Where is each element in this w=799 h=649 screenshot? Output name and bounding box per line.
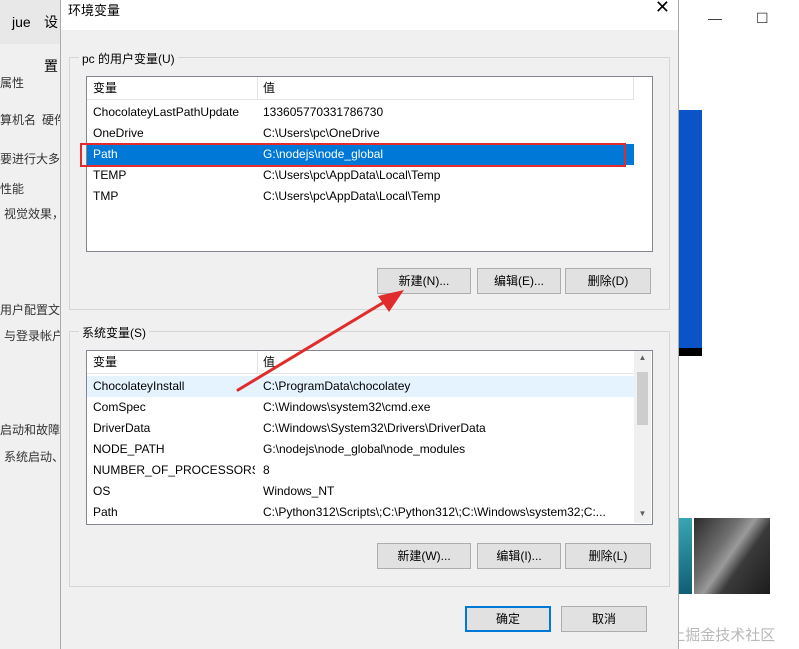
system-variables-label: 系统变量(S) <box>79 324 149 341</box>
system-variables-list[interactable]: 变量 值 ChocolateyInstall C:\ProgramData\ch… <box>86 350 653 525</box>
annotation-highlight-box <box>80 143 626 167</box>
variable-name: TEMP <box>93 168 127 182</box>
variable-value: C:\Users\pc\AppData\Local\Temp <box>263 168 441 182</box>
variable-name: ChocolateyInstall <box>93 379 185 393</box>
variable-name: NUMBER_OF_PROCESSORS <box>93 463 255 477</box>
minimize-icon[interactable]: — <box>708 10 722 26</box>
background-blue-panel <box>678 110 702 356</box>
system-edit-button[interactable]: 编辑(I)... <box>477 543 561 569</box>
variable-value: C:\Users\pc\AppData\Local\Temp <box>263 189 441 203</box>
table-row[interactable]: OneDrive C:\Users\pc\OneDrive <box>87 123 634 144</box>
vertical-scrollbar[interactable]: ▲ ▼ <box>634 351 651 523</box>
background-text: 系统启动、 <box>4 450 65 464</box>
variable-value: C:\Windows\System32\Drivers\DriverData <box>263 421 486 435</box>
column-header-value[interactable]: 值 <box>257 77 275 99</box>
table-row[interactable]: NUMBER_OF_PROCESSORS 8 <box>87 460 634 481</box>
column-header-variable[interactable]: 变量 <box>87 351 117 373</box>
background-text: 用户配置文 <box>0 303 61 317</box>
list-header: 变量 值 <box>87 77 634 100</box>
table-row[interactable]: NODE_PATH G:\nodejs\node_global\node_mod… <box>87 439 634 460</box>
user-delete-button[interactable]: 删除(D) <box>565 268 651 294</box>
environment-variables-dialog: 环境变量 ✕ pc 的用户变量(U) 变量 值 ChocolateyLastPa… <box>60 0 679 649</box>
variable-name: NODE_PATH <box>93 442 165 456</box>
variable-value: C:\ProgramData\chocolatey <box>263 379 411 393</box>
background-thumbnail <box>678 518 692 594</box>
variable-name: ChocolateyLastPathUpdate <box>93 105 240 119</box>
variable-value: 8 <box>263 463 270 477</box>
column-header-variable[interactable]: 变量 <box>87 77 117 99</box>
user-edit-button[interactable]: 编辑(E)... <box>477 268 561 294</box>
column-header-value[interactable]: 值 <box>257 351 275 373</box>
background-window-left: jue 设置 属性 算机名 硬件 要进行大多数 性能 视觉效果， 用户配置文 与… <box>0 0 72 649</box>
list-header: 变量 值 <box>87 351 634 374</box>
dialog-title: 环境变量 <box>68 3 121 18</box>
variable-value: G:\nodejs\node_global\node_modules <box>263 442 466 456</box>
table-row[interactable]: TEMP C:\Users\pc\AppData\Local\Temp <box>87 165 634 186</box>
system-new-button[interactable]: 新建(W)... <box>377 543 471 569</box>
user-new-button[interactable]: 新建(N)... <box>377 268 471 294</box>
variable-value: Windows_NT <box>263 484 335 498</box>
variable-name: ComSpec <box>93 400 146 414</box>
table-row[interactable]: ComSpec C:\Windows\system32\cmd.exe <box>87 397 634 418</box>
background-text: 性能 <box>0 182 25 196</box>
background-text: 与登录帐户 <box>4 329 65 343</box>
background-text: 算机名 <box>0 113 37 127</box>
column-separator[interactable] <box>633 77 634 99</box>
table-row[interactable]: OS Windows_NT <box>87 481 634 502</box>
variable-value: C:\Python312\Scripts\;C:\Python312\;C:\W… <box>263 505 606 519</box>
scroll-down-icon[interactable]: ▼ <box>634 509 651 518</box>
variable-value: C:\Users\pc\OneDrive <box>263 126 380 140</box>
background-thumbnail <box>694 518 770 594</box>
variable-name: OS <box>93 484 111 498</box>
table-row[interactable]: DriverData C:\Windows\System32\Drivers\D… <box>87 418 634 439</box>
maximize-icon[interactable]: ☐ <box>756 10 769 27</box>
system-delete-button[interactable]: 删除(L) <box>565 543 651 569</box>
ok-button[interactable]: 确定 <box>465 606 551 632</box>
table-row[interactable]: ChocolateyLastPathUpdate 133605770331786… <box>87 102 634 123</box>
title-bar: 环境变量 ✕ <box>61 0 678 30</box>
cancel-button[interactable]: 取消 <box>561 606 647 632</box>
background-text: 视觉效果， <box>4 207 65 221</box>
variable-name: OneDrive <box>93 126 144 140</box>
table-row[interactable]: ChocolateyInstall C:\ProgramData\chocola… <box>87 376 634 397</box>
background-text: 启动和故障 <box>0 423 61 437</box>
background-tab-2-label: 设置 <box>44 14 58 74</box>
table-row[interactable]: TMP C:\Users\pc\AppData\Local\Temp <box>87 186 634 207</box>
variable-name: TMP <box>93 189 119 203</box>
variable-value: 133605770331786730 <box>263 105 384 119</box>
user-variables-label: pc 的用户变量(U) <box>79 50 178 67</box>
variable-name: Path <box>93 505 118 519</box>
variable-value: C:\Windows\system32\cmd.exe <box>263 400 431 414</box>
close-icon[interactable]: ✕ <box>655 0 670 18</box>
table-row[interactable]: Path C:\Python312\Scripts\;C:\Python312\… <box>87 502 634 523</box>
background-text: 属性 <box>0 76 25 90</box>
background-tab-1-label: jue <box>12 14 31 30</box>
scrollbar-thumb[interactable] <box>637 372 648 425</box>
background-tab-1[interactable]: jue <box>0 0 41 44</box>
variable-name: DriverData <box>93 421 151 435</box>
scroll-up-icon[interactable]: ▲ <box>634 353 651 362</box>
